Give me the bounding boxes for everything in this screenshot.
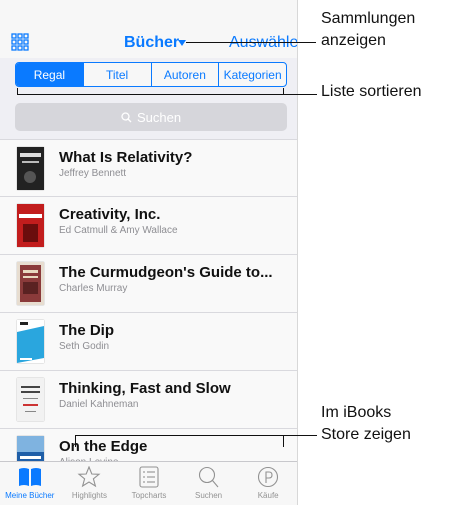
open-book-icon (18, 468, 41, 486)
book-author: Daniel Kahneman (59, 399, 139, 410)
navigation-bar: Bücher Auswählen (0, 0, 297, 58)
tab-topcharts[interactable]: Topcharts (119, 462, 179, 505)
segment-kategorien[interactable]: Kategorien (218, 63, 286, 86)
search-icon (198, 466, 218, 488)
callout-line-store-left-tick (75, 435, 76, 447)
callout-line-sort-right-tick (283, 88, 284, 95)
book-cover (17, 147, 44, 190)
tab-search[interactable]: Suchen (179, 462, 239, 505)
callout-store-line2: Store zeigen (321, 426, 411, 443)
tab-highlights[interactable]: Highlights (60, 462, 120, 505)
sort-segmented-control: Regal Titel Autoren Kategorien (15, 62, 287, 87)
book-cover (17, 204, 44, 247)
tab-purchases[interactable]: Käufe (238, 462, 297, 505)
star-icon (77, 466, 101, 488)
book-row[interactable]: Thinking, Fast and Slow Daniel Kahneman (0, 371, 297, 429)
search-placeholder: Suchen (136, 109, 182, 125)
tab-label: Topcharts (131, 491, 167, 500)
callout-collections-line1: Sammlungen (321, 10, 416, 27)
tab-label: Meine Bücher (5, 491, 55, 500)
book-row[interactable]: What Is Relativity? Jeffrey Bennett (0, 139, 297, 197)
book-title: Thinking, Fast and Slow (59, 380, 231, 397)
callout-sort: Liste sortieren (321, 83, 422, 100)
book-row[interactable]: Creativity, Inc. Ed Catmull & Amy Wallac… (0, 197, 297, 255)
search-icon (121, 111, 132, 122)
callout-line-collections (186, 42, 316, 43)
book-row[interactable]: The Curmudgeon's Guide to... Charles Mur… (0, 255, 297, 313)
callout-line-store-right-tick (283, 435, 284, 447)
callout-line-sort (17, 94, 317, 95)
book-author: Ed Catmull & Amy Wallace (59, 225, 178, 236)
book-author: Charles Murray (59, 283, 128, 294)
collections-grid-icon[interactable] (11, 33, 29, 51)
book-author: Seth Godin (59, 341, 110, 352)
book-row[interactable]: The Dip Seth Godin (0, 313, 297, 371)
collection-title-button[interactable]: Bücher (124, 34, 179, 52)
book-cover (17, 262, 44, 305)
callout-collections: Sammlungen anzeigen (321, 8, 415, 52)
book-cover (17, 378, 44, 421)
tab-my-books[interactable]: Meine Bücher (0, 462, 60, 505)
list-icon (139, 466, 159, 488)
callout-collections-line2: anzeigen (321, 32, 386, 49)
book-author: Jeffrey Bennett (59, 168, 127, 179)
book-title: On the Edge (59, 438, 148, 455)
segment-titel[interactable]: Titel (82, 63, 151, 86)
search-field[interactable]: Suchen (15, 103, 287, 131)
book-title: The Dip (59, 322, 114, 339)
book-cover (17, 320, 44, 363)
ibooks-screen: Bücher Auswählen Regal Titel Autoren Kat… (0, 0, 298, 505)
tab-bar: Meine Bücher Highlights Topcharts Suchen (0, 461, 297, 505)
callout-store-line1: Im iBooks (321, 404, 392, 421)
book-title: Creativity, Inc. (59, 206, 161, 223)
tab-label: Suchen (195, 491, 223, 500)
callout-store: Im iBooks Store zeigen (321, 402, 411, 446)
segment-autoren[interactable]: Autoren (150, 63, 219, 86)
purchases-icon (258, 466, 279, 488)
segment-regal[interactable]: Regal (16, 63, 83, 86)
callout-line-sort-left-tick (17, 88, 18, 95)
chevron-down-icon[interactable] (178, 40, 186, 46)
select-button[interactable]: Auswählen (229, 34, 297, 52)
book-title: What Is Relativity? (59, 149, 193, 166)
tab-label: Highlights (71, 491, 107, 500)
tab-label: Käufe (257, 491, 279, 500)
book-title: The Curmudgeon's Guide to... (59, 264, 273, 281)
callout-line-store (75, 435, 317, 436)
